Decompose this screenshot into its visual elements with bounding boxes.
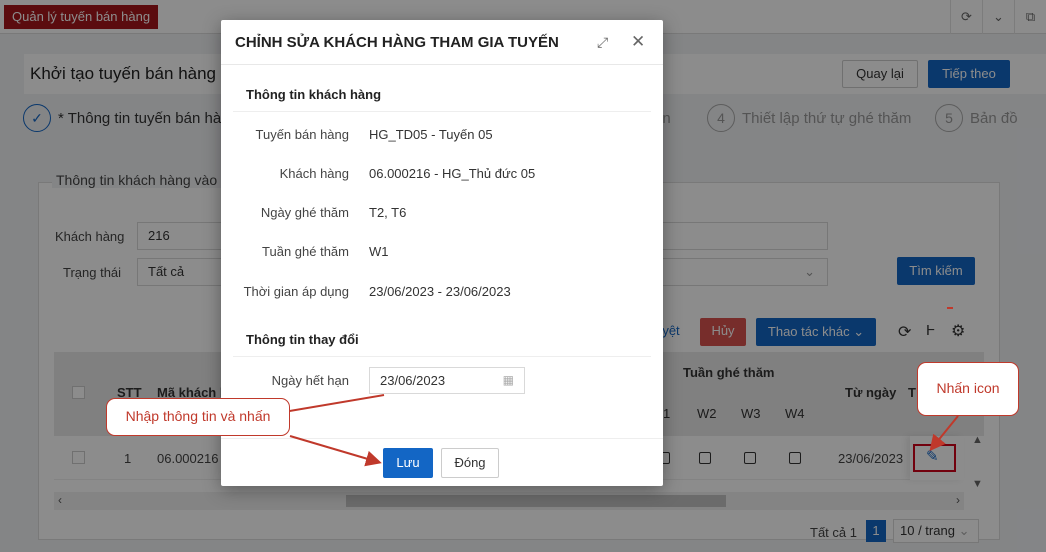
expiry-label: Ngày hết hạn <box>271 373 349 388</box>
expand-icon[interactable]: ⤢ <box>597 34 608 51</box>
callout-input-and-click: Nhập thông tin và nhấn <box>106 398 290 436</box>
modal-footer-divider <box>221 438 663 439</box>
route-value: HG_TD05 - Tuyến 05 <box>369 127 493 142</box>
section-change-info: Thông tin thay đổi <box>246 332 359 347</box>
customer-value: 06.000216 - HG_Thủ đức 05 <box>369 166 536 181</box>
red-mark <box>947 307 953 309</box>
close-button[interactable]: Đóng <box>441 448 499 478</box>
expiry-date-input[interactable]: 23/06/2023 ▦ <box>369 367 525 394</box>
visit-day-value: T2, T6 <box>369 205 407 220</box>
visit-week-label: Tuần ghé thăm <box>262 244 349 259</box>
calendar-icon[interactable]: ▦ <box>503 368 514 393</box>
modal-title: CHỈNH SỬA KHÁCH HÀNG THAM GIA TUYẾN <box>235 34 559 51</box>
apply-time-label: Thời gian áp dụng <box>243 284 349 299</box>
customer-label: Khách hàng <box>279 166 349 181</box>
section-divider <box>233 111 651 112</box>
section-customer-info: Thông tin khách hàng <box>246 87 382 102</box>
expiry-date-value: 23/06/2023 <box>380 373 446 388</box>
modal-header-divider <box>221 64 663 65</box>
section-divider <box>233 356 651 357</box>
callout-click-icon: Nhấn icon <box>917 362 1019 416</box>
save-button[interactable]: Lưu <box>383 448 433 478</box>
visit-week-value: W1 <box>369 244 389 259</box>
apply-time-value: 23/06/2023 - 23/06/2023 <box>369 284 511 299</box>
route-label: Tuyến bán hàng <box>255 127 349 142</box>
visit-day-label: Ngày ghé thăm <box>260 205 349 220</box>
close-icon[interactable]: ✕ <box>631 32 645 52</box>
